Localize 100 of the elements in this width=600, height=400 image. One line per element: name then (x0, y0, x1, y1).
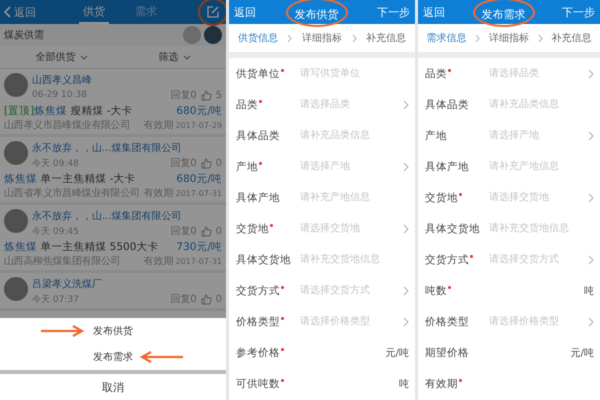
highlight-ellipse (286, 0, 348, 26)
step-tab[interactable]: 详细指标 (302, 31, 342, 45)
step-tab[interactable]: 详细指标 (488, 31, 529, 45)
field-label: 产地 (236, 160, 258, 174)
listing-title: [置顶]炼焦煤 瘦精煤 -大卡 (4, 104, 133, 118)
field-label: 吨数 (425, 284, 447, 298)
chevron-icon (287, 34, 292, 42)
caret-icon (182, 54, 190, 60)
input-field[interactable]: 请写供货单位 (300, 66, 409, 81)
thumbs-up-icon[interactable] (200, 294, 212, 304)
field-label: 价格类型 (425, 314, 469, 328)
price: 730元/吨 (176, 240, 222, 254)
field-label: 有效期 (425, 376, 458, 390)
post-time: 今天 07:37 (32, 294, 80, 306)
post-time: 今天 09:48 (32, 158, 80, 170)
company-name: 山西孝义市昌峰煤业有限公司 (4, 118, 132, 132)
chevron-icon (475, 34, 480, 42)
edit-icon (206, 5, 220, 19)
like-count: 0 (216, 294, 222, 304)
price: 680元/吨 (176, 172, 222, 186)
action-sheet-item[interactable]: 发布需求 (0, 344, 226, 370)
input-field[interactable]: 请选择交货地 (489, 190, 584, 205)
input-field[interactable]: 请选择品类 (489, 66, 584, 81)
unit-label: 吨 (399, 378, 409, 390)
company-name: 山西高柳焦煤集团有限公司 (4, 254, 122, 268)
post-time: 今天 09:45 (32, 226, 80, 238)
avatar (4, 277, 28, 301)
expiry-label: 有效期 (144, 254, 174, 268)
input-field[interactable]: 请补充品类信息 (300, 128, 409, 143)
input-field[interactable]: 请补充产地信息 (300, 190, 409, 205)
listing-title: 炼焦煤 单一主焦精煤 5500大卡 (4, 240, 158, 254)
step-tab[interactable]: 补充信息 (366, 31, 406, 45)
back-button[interactable]: 返回 (234, 4, 256, 20)
cancel-button[interactable]: 取消 (0, 374, 226, 400)
chevron-icon (538, 34, 543, 42)
step-tab[interactable]: 供货信息 (238, 31, 278, 45)
field-label: 交货方式 (425, 252, 469, 266)
input-field[interactable]: 请选择价格类型 (489, 314, 584, 329)
input-field[interactable]: 请选择交货地 (300, 221, 399, 236)
expiry-label: 有效期 (144, 186, 174, 200)
field-label: 参考价格 (236, 346, 280, 360)
input-field[interactable]: 请选择价格类型 (300, 314, 399, 329)
thumbs-up-icon[interactable] (200, 226, 212, 236)
avatar (4, 209, 28, 233)
field-label: 品类 (236, 98, 258, 112)
next-button[interactable]: 下一步 (377, 4, 410, 20)
action-sheet-item[interactable]: 发布供货 (0, 318, 226, 344)
input-field[interactable]: 请选择品类 (300, 97, 399, 112)
thumbs-up-icon[interactable] (200, 158, 212, 168)
input-field[interactable]: 请补充品类信息 (489, 97, 594, 112)
reply-count: 回复0 (170, 157, 197, 170)
field-label: 具体品类 (425, 98, 469, 112)
field-label: 具体交货地 (425, 222, 480, 236)
field-label: 交货地 (425, 190, 458, 204)
screen-title: 发布需求 (482, 8, 526, 20)
avatar (4, 73, 28, 97)
chevron-icon (588, 68, 594, 78)
expiry-label: 有效期 (144, 118, 174, 132)
input-field[interactable]: 请选择产地 (300, 159, 399, 174)
chevron-icon (403, 316, 409, 326)
field-label: 交货地 (236, 222, 269, 236)
poster-name: 永不放弃，，山...煤集团有限公司 (32, 142, 183, 155)
input-field[interactable]: 请补充产地信息 (489, 159, 594, 174)
reply-count: 回复0 (170, 89, 197, 102)
field-label: 具体交货地 (236, 252, 291, 266)
unit-label: 元/吨 (386, 346, 409, 360)
field-label: 供货单位 (236, 66, 280, 80)
chevron-icon (588, 130, 594, 140)
back-button[interactable]: 返回 (4, 4, 36, 20)
screen-title: 发布供货 (294, 8, 338, 20)
caret-icon (80, 54, 88, 60)
field-label: 价格类型 (236, 314, 280, 328)
expiry-date: 2017-07-29 (176, 121, 222, 130)
input-field[interactable]: 请选择产地 (489, 128, 584, 143)
next-button[interactable]: 下一步 (562, 4, 595, 20)
filter-dropdown[interactable]: 筛选 (158, 50, 190, 64)
chevron-icon (588, 316, 594, 326)
filter-dropdown[interactable]: 全部供货 (36, 50, 88, 64)
poster-name: 吕梁孝义洗煤厂 (32, 278, 103, 291)
section-title: 煤炭供需 (4, 28, 44, 42)
like-count: 0 (216, 158, 222, 168)
input-field[interactable]: 请补充交货地信息 (300, 252, 409, 267)
field-label: 具体品类 (236, 128, 280, 142)
back-icon (4, 6, 11, 18)
avatar (183, 26, 201, 44)
input-field[interactable]: 请选择交货方式 (489, 252, 584, 267)
chevron-icon (352, 34, 357, 42)
price: 680元/吨 (176, 104, 222, 118)
input-field[interactable]: 请补充交货地信息 (489, 221, 594, 236)
chevron-icon (403, 100, 409, 110)
input-field[interactable]: 请选择交货方式 (300, 283, 399, 298)
like-count: 5 (216, 90, 222, 100)
chevron-icon (588, 192, 594, 202)
back-button[interactable]: 返回 (423, 4, 445, 20)
thumbs-up-icon[interactable] (200, 90, 212, 100)
listing-title: 炼焦煤 单一主焦精煤 -大卡 (4, 172, 136, 186)
step-tab[interactable]: 需求信息 (426, 31, 466, 45)
reply-count: 回复0 (170, 293, 197, 306)
field-label: 具体产地 (425, 160, 469, 174)
step-tab[interactable]: 补充信息 (552, 31, 592, 45)
